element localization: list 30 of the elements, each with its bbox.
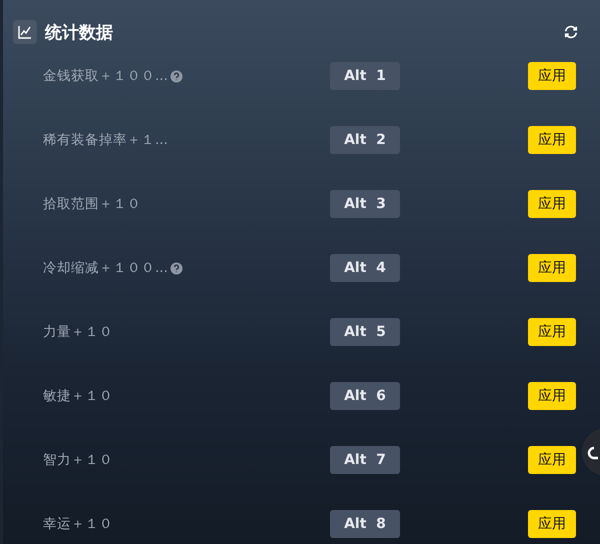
hotkey-button[interactable]: Alt 5	[330, 318, 400, 346]
help-icon[interactable]	[170, 70, 183, 82]
hotkey-button[interactable]: Alt 7	[330, 446, 400, 474]
cheat-label: 冷却缩减＋１００...	[43, 259, 168, 277]
apply-button[interactable]: 应用	[528, 254, 576, 282]
hotkey-button[interactable]: Alt 8	[330, 510, 400, 538]
apply-button[interactable]: 应用	[528, 126, 576, 154]
refresh-icon[interactable]	[562, 23, 580, 41]
cheat-label: 幸运＋１０	[43, 515, 113, 533]
apply-button[interactable]: 应用	[528, 318, 576, 346]
apply-button[interactable]: 应用	[528, 382, 576, 410]
hotkey-button[interactable]: Alt 1	[330, 62, 400, 90]
help-icon[interactable]	[170, 262, 183, 274]
cheat-label: 拾取范围＋１０	[43, 195, 141, 213]
cheat-label: 金钱获取＋１００...	[43, 67, 168, 85]
cheat-label: 稀有装备掉率＋１...	[43, 131, 168, 149]
apply-button[interactable]: 应用	[528, 190, 576, 218]
cheat-label: 敏捷＋１０	[43, 387, 113, 405]
apply-button[interactable]: 应用	[528, 510, 576, 538]
link-button[interactable]	[582, 428, 600, 476]
apply-button[interactable]: 应用	[528, 446, 576, 474]
chart-icon	[13, 20, 37, 44]
cheat-label: 智力＋１０	[43, 451, 113, 469]
hotkey-button[interactable]: Alt 4	[330, 254, 400, 282]
hotkey-button[interactable]: Alt 6	[330, 382, 400, 410]
apply-button[interactable]: 应用	[528, 62, 576, 90]
hotkey-button[interactable]: Alt 3	[330, 190, 400, 218]
panel-title: 统计数据	[45, 22, 114, 44]
cheat-label: 力量＋１０	[43, 323, 113, 341]
hotkey-button[interactable]: Alt 2	[330, 126, 400, 154]
